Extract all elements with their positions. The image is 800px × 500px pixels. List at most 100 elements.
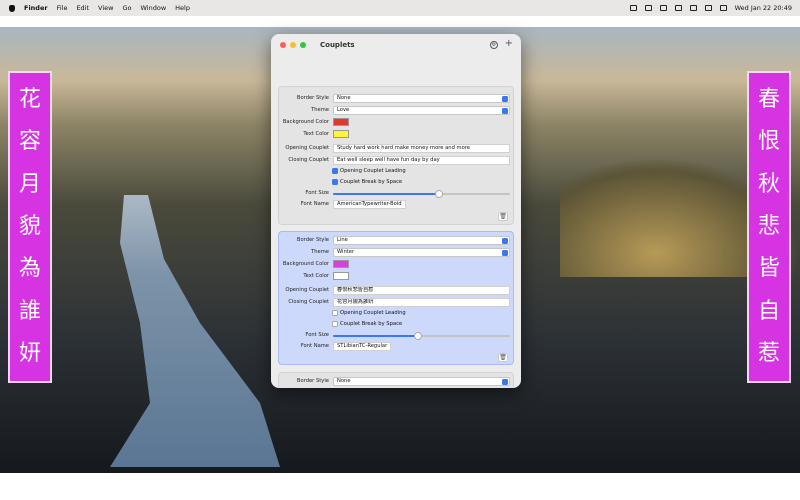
scroll-char: 秋 <box>757 171 780 197</box>
wallpaper-lake <box>110 195 280 467</box>
slider-knob[interactable] <box>413 332 422 340</box>
scroll-char: 春 <box>757 87 780 113</box>
leading-checkbox[interactable]: Opening Couplet Leading <box>332 168 406 174</box>
menu-help[interactable]: Help <box>175 4 190 12</box>
font-name-label: Font Name <box>300 343 329 349</box>
leading-checkbox[interactable]: Opening Couplet Leading <box>332 310 406 316</box>
menu-file[interactable]: File <box>57 4 68 12</box>
text-color-well[interactable] <box>333 130 349 138</box>
close-button[interactable] <box>280 42 286 48</box>
scroll-char: 容 <box>18 129 41 155</box>
select-value: None <box>337 378 351 384</box>
scroll-char: 自 <box>757 298 780 324</box>
trash-icon[interactable]: 🗑 <box>498 212 508 221</box>
background-color-label: Background Color <box>282 119 329 125</box>
select-value: Winter <box>337 249 355 255</box>
add-button[interactable]: + <box>505 38 513 49</box>
checkbox-icon <box>332 310 338 316</box>
chevron-icon <box>502 108 508 114</box>
minimize-button[interactable] <box>290 42 296 48</box>
theme-label: Theme <box>311 249 329 255</box>
scroll-char: 為 <box>18 256 41 282</box>
chevron-icon <box>502 96 508 102</box>
opening-couplet-label: Opening Couplet <box>285 287 329 293</box>
font-name-field[interactable]: STLibianTC-Regular <box>333 342 392 351</box>
couplet-scroll-left: 花 容 月 貌 為 誰 妍 <box>8 71 52 383</box>
text-color-well[interactable] <box>333 272 349 280</box>
border-style-label: Border Style <box>296 237 329 243</box>
apple-icon[interactable] <box>9 4 15 12</box>
theme-select[interactable]: Winter <box>333 248 510 257</box>
font-size-slider[interactable] <box>333 332 510 340</box>
theme-label: Theme <box>311 107 329 113</box>
couplet-scroll-right: 春 恨 秋 悲 皆 自 惹 <box>747 71 791 383</box>
chevron-icon <box>502 238 508 244</box>
status-icon[interactable] <box>629 5 637 11</box>
scroll-char: 恨 <box>757 129 780 155</box>
scroll-char: 皆 <box>757 256 780 282</box>
menu-app[interactable]: Finder <box>24 4 48 12</box>
chevron-icon <box>502 250 508 256</box>
closing-couplet-label: Closing Couplet <box>288 299 329 305</box>
border-style-label: Border Style <box>296 378 329 384</box>
font-size-label: Font Size <box>305 332 329 338</box>
checkbox-label: Opening Couplet Leading <box>340 168 406 174</box>
zoom-button[interactable] <box>300 42 306 48</box>
menu-bar: Finder File Edit View Go Window Help Wed… <box>0 0 800 16</box>
checkbox-label: Couplet Break by Space <box>340 321 403 327</box>
scroll-char: 花 <box>18 87 41 113</box>
menu-edit[interactable]: Edit <box>76 4 89 12</box>
clock[interactable]: Wed Jan 22 20:49 <box>735 4 792 12</box>
border-style-select[interactable]: None <box>333 94 510 103</box>
menu-view[interactable]: View <box>98 4 113 12</box>
background-color-label: Background Color <box>282 261 329 267</box>
select-value: None <box>337 95 351 101</box>
status-icon[interactable] <box>674 5 682 11</box>
checkbox-label: Couplet Break by Space <box>340 179 403 185</box>
slider-knob[interactable] <box>435 190 444 198</box>
break-space-checkbox[interactable]: Couplet Break by Space <box>332 321 402 327</box>
closing-couplet-field[interactable]: Eat well sleep well have fun day by day <box>333 156 510 165</box>
scroll-char: 妍 <box>18 340 41 366</box>
scroll-char: 月 <box>18 171 41 197</box>
background-color-well[interactable] <box>333 118 349 126</box>
border-style-select[interactable]: None <box>333 377 510 386</box>
trash-icon[interactable]: 🗑 <box>498 353 508 362</box>
opening-couplet-label: Opening Couplet <box>285 145 329 151</box>
select-value: Line <box>337 237 348 243</box>
couplet-card[interactable]: Border Style None Theme Love Background Co… <box>278 86 514 225</box>
menu-go[interactable]: Go <box>122 4 131 12</box>
border-style-select[interactable]: Line <box>333 236 510 245</box>
checkmark-icon <box>332 179 338 185</box>
slider-fill <box>333 335 418 337</box>
couplets-window: Couplets ⚙ + Border Style None Theme Love … <box>271 34 521 388</box>
font-name-field[interactable]: AmericanTypewriter-Bold <box>333 200 406 209</box>
scroll-char: 悲 <box>757 213 780 239</box>
window-title: Couplets <box>320 41 355 49</box>
closing-couplet-field[interactable]: 花容月貌為誰妍 <box>333 298 510 307</box>
background-color-well[interactable] <box>333 260 349 268</box>
border-style-label: Border Style <box>296 95 329 101</box>
chevron-icon <box>502 379 508 385</box>
font-size-slider[interactable] <box>333 190 510 198</box>
couplet-card-selected[interactable]: Border Style Line Theme Winter Background … <box>278 231 514 365</box>
scroll-char: 惹 <box>757 340 780 366</box>
title-bar: Couplets ⚙ + <box>271 34 521 56</box>
theme-select[interactable]: Love <box>333 106 510 115</box>
opening-couplet-field[interactable]: Study hard work hard make money more and… <box>333 144 510 153</box>
checkbox-label: Opening Couplet Leading <box>340 310 406 316</box>
couplet-card[interactable]: Border StyleNone ThemeNight Sky Backgrou… <box>278 372 514 388</box>
menu-window[interactable]: Window <box>141 4 167 12</box>
closing-couplet-label: Closing Couplet <box>288 157 329 163</box>
status-icon[interactable] <box>659 5 667 11</box>
scroll-char: 貌 <box>18 213 41 239</box>
opening-couplet-field[interactable]: 春恨秋悲皆自惹 <box>333 286 510 295</box>
control-center-icon[interactable] <box>719 5 727 11</box>
search-icon[interactable] <box>704 5 712 11</box>
gear-icon[interactable]: ⚙ <box>490 41 498 49</box>
checkbox-icon <box>332 321 338 327</box>
checkmark-icon <box>332 168 338 174</box>
break-space-checkbox[interactable]: Couplet Break by Space <box>332 179 402 185</box>
status-icon[interactable] <box>644 5 652 11</box>
wifi-icon[interactable] <box>689 5 697 11</box>
